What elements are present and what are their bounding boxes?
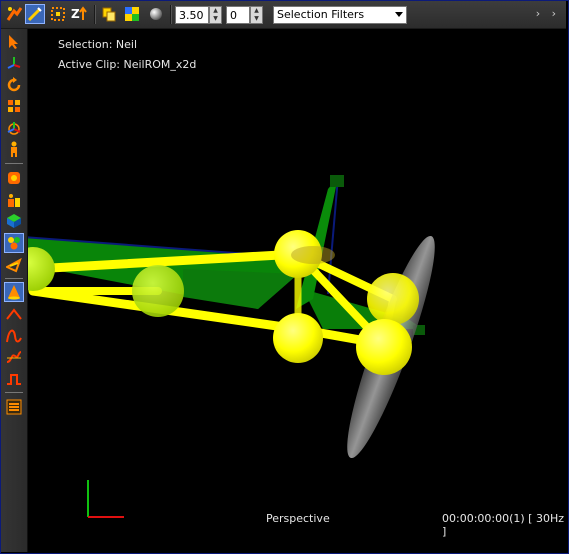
- selection-filters-dropdown[interactable]: Selection Filters: [273, 6, 407, 24]
- ribbon-icon[interactable]: [4, 255, 24, 275]
- scale-icon[interactable]: [4, 96, 24, 116]
- view-mode-label: Perspective: [266, 512, 330, 525]
- character-icon[interactable]: [4, 139, 24, 159]
- cone-icon[interactable]: [4, 282, 24, 302]
- arrow-select-icon[interactable]: [4, 32, 24, 52]
- sphere-icon[interactable]: [146, 4, 166, 24]
- palette-icon[interactable]: [4, 233, 24, 253]
- curve-arc-icon[interactable]: [4, 326, 24, 346]
- left-toolbar: [1, 29, 28, 552]
- toolbar-overflow-icon[interactable]: › ›: [536, 7, 560, 20]
- camera-flash-icon[interactable]: [4, 4, 24, 24]
- left-toolbar-separator: [5, 392, 23, 393]
- toolbar-separator: [170, 5, 172, 24]
- svg-text:Z: Z: [71, 7, 80, 21]
- step-icon[interactable]: [4, 369, 24, 389]
- perspective-viewport[interactable]: Selection: Neil Active Clip: NeilROM_x2d…: [28, 29, 566, 552]
- list-icon[interactable]: [4, 397, 24, 417]
- copy-icon[interactable]: [99, 4, 119, 24]
- left-toolbar-separator: [5, 163, 23, 164]
- cube-icon[interactable]: [4, 211, 24, 231]
- select-tool-icon[interactable]: [25, 4, 45, 24]
- rotate-icon[interactable]: [4, 75, 24, 95]
- lasso-icon[interactable]: [4, 168, 24, 188]
- active-clip-label: Active Clip: NeilROM_x2d: [58, 58, 197, 71]
- scale-input[interactable]: [175, 6, 209, 24]
- selection-label: Selection: Neil: [58, 38, 138, 51]
- axis-move-icon[interactable]: [4, 53, 24, 73]
- curve-s-icon[interactable]: [4, 347, 24, 367]
- z-sort-icon[interactable]: Z: [69, 4, 89, 24]
- toolbar-separator: [94, 5, 96, 24]
- dropdown-label: Selection Filters: [277, 8, 365, 21]
- frame-input[interactable]: [226, 6, 250, 24]
- axis-gizmo: [87, 480, 124, 518]
- frame-spinner[interactable]: ▲ ▼: [250, 6, 263, 24]
- top-toolbar: Z ▲▼ ▲▼ Selection Filters › ›: [1, 1, 566, 29]
- scene-render: [28, 175, 435, 518]
- timecode-label: 00:00:00:00(1) [ 30Hz ]: [442, 512, 565, 538]
- scale-spinner[interactable]: ▲ ▼: [209, 6, 222, 24]
- axes-icon[interactable]: [4, 118, 24, 138]
- color-swatch-icon[interactable]: [122, 4, 142, 24]
- left-toolbar-separator: [5, 278, 23, 279]
- chevron-down-icon: [395, 12, 403, 17]
- actor-icon[interactable]: [4, 190, 24, 210]
- marquee-icon[interactable]: [48, 4, 68, 24]
- curve-up-icon[interactable]: [4, 304, 24, 324]
